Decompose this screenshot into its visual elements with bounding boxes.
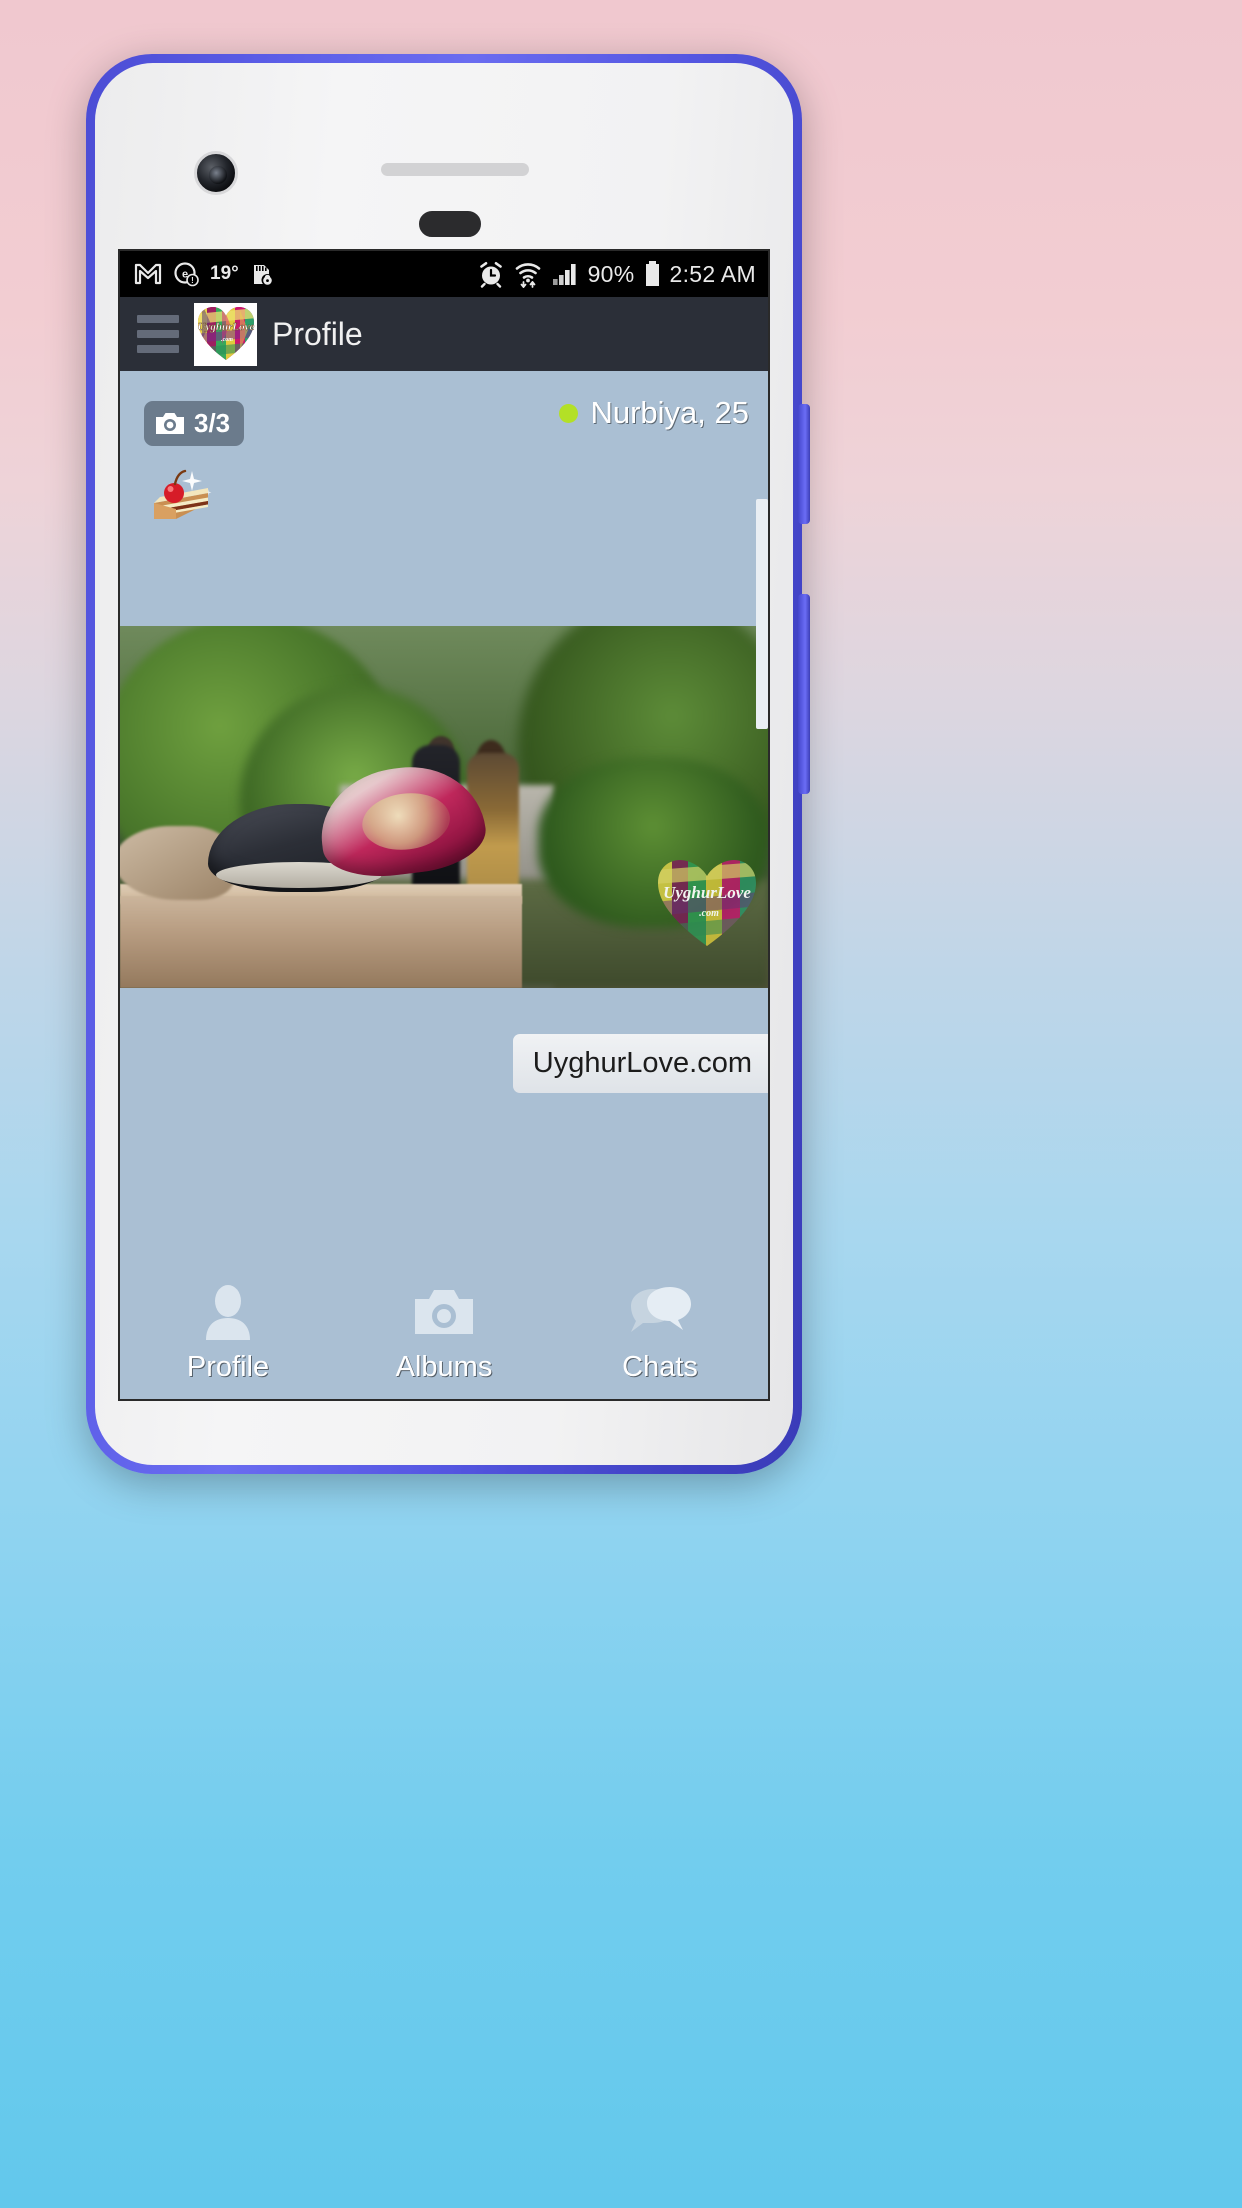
chat-bubbles-icon xyxy=(627,1281,693,1345)
profile-photo[interactable]: UyghurLove .com xyxy=(120,626,768,988)
nav-label-chats: Chats xyxy=(622,1351,698,1383)
wifi-icon xyxy=(515,263,540,288)
nav-item-profile[interactable]: Profile xyxy=(121,1281,335,1384)
app-logo: UyghurLove .com xyxy=(194,302,257,366)
svg-text:.com: .com xyxy=(221,337,233,343)
phone-frame: e ! 19° 90% 2:52 AM UyghurLove .com Prof… xyxy=(86,54,810,1474)
website-chip[interactable]: UyghurLove.com xyxy=(512,1034,768,1093)
photo-count-label: 3/3 xyxy=(194,408,231,438)
phone-screen: e ! 19° 90% 2:52 AM UyghurLove .com Prof… xyxy=(118,249,770,1401)
lower-strip: UyghurLove.com xyxy=(120,988,768,1162)
hamburger-menu-icon[interactable] xyxy=(137,315,179,353)
volume-button[interactable] xyxy=(798,594,810,794)
clock-label: 2:52 AM xyxy=(669,260,756,287)
signal-icon xyxy=(552,264,576,285)
person-icon xyxy=(201,1281,255,1345)
online-status-dot xyxy=(559,403,579,423)
profile-header: 3/3 Nurbiya, 25 xyxy=(120,371,768,626)
battery-percent-label: 90% xyxy=(587,260,635,287)
profile-name-label: Nurbiya, 25 xyxy=(590,395,749,430)
gmail-icon xyxy=(134,263,162,285)
svg-text:!: ! xyxy=(191,276,194,285)
camera-icon xyxy=(413,1281,475,1345)
do-not-disturb-icon: e ! xyxy=(174,262,199,287)
home-button[interactable] xyxy=(417,209,483,239)
profile-name-row: Nurbiya, 25 xyxy=(559,395,749,431)
svg-text:UyghurLove: UyghurLove xyxy=(197,321,254,333)
nav-item-albums[interactable]: Albums xyxy=(337,1281,551,1384)
content-area: 3/3 Nurbiya, 25 UyghurLove .com UyghurLo… xyxy=(120,371,768,1399)
content-scrollbar[interactable] xyxy=(756,499,768,729)
svg-text:UyghurLove: UyghurLove xyxy=(663,883,751,902)
profile-status-emoji xyxy=(146,467,222,529)
nav-label-profile: Profile xyxy=(186,1351,270,1383)
sd-card-lock-icon xyxy=(253,265,274,286)
battery-icon xyxy=(645,261,659,286)
weather-temperature: 19° xyxy=(210,263,239,284)
app-bar: UyghurLove .com Profile xyxy=(120,297,768,371)
nav-label-albums: Albums xyxy=(395,1351,493,1383)
website-chip-label: UyghurLove.com xyxy=(532,1047,752,1079)
phone-body: e ! 19° 90% 2:52 AM UyghurLove .com Prof… xyxy=(95,63,793,1465)
front-camera-lens xyxy=(194,151,238,195)
power-button[interactable] xyxy=(798,404,810,524)
svg-text:.com: .com xyxy=(699,908,719,919)
page-title: Profile xyxy=(272,315,363,352)
earpiece-speaker xyxy=(381,163,529,176)
cake-emoji xyxy=(154,469,212,519)
photo-watermark: UyghurLove .com xyxy=(658,860,756,946)
alarm-icon xyxy=(479,262,502,288)
photo-count-badge[interactable]: 3/3 xyxy=(144,401,245,446)
nav-item-chats[interactable]: Chats xyxy=(553,1281,767,1384)
bottom-nav: Profile Albums Chats xyxy=(120,1269,768,1399)
status-bar: e ! 19° 90% 2:52 AM xyxy=(120,251,768,297)
camera-icon xyxy=(156,413,184,434)
